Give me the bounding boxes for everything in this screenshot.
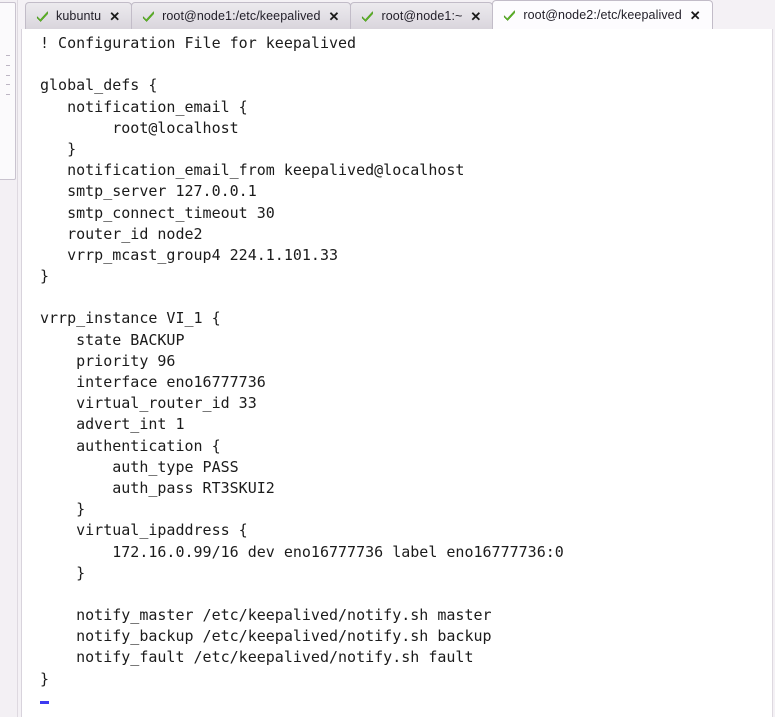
- tab-1[interactable]: kubuntu ✕: [25, 2, 133, 29]
- terminal-line: }: [40, 563, 86, 582]
- terminal-cursor-line: [40, 690, 775, 711]
- terminal-line: root@localhost: [40, 118, 239, 137]
- check-icon: [36, 10, 49, 23]
- tab-bar: kubuntu ✕ root@node1:/etc/keepalived ✕ root@…: [18, 0, 775, 29]
- terminal-text: ! Configuration File for keepalived globa…: [22, 33, 775, 711]
- text-cursor: [40, 700, 49, 704]
- terminal-line: notify_backup /etc/keepalived/notify.sh …: [40, 627, 492, 646]
- tab-label: root@node1:~: [381, 9, 463, 23]
- close-icon[interactable]: ✕: [329, 10, 340, 23]
- check-icon: [503, 9, 516, 22]
- tab-2[interactable]: root@node1:/etc/keepalived ✕: [131, 2, 352, 29]
- terminal-line: auth_type PASS: [40, 457, 239, 476]
- tab-4[interactable]: root@node2:/etc/keepalived ✕: [492, 0, 713, 29]
- drag-handle-icon[interactable]: [6, 55, 10, 95]
- terminal-line: virtual_ipaddress {: [40, 521, 248, 540]
- terminal-line: notification_email {: [40, 97, 248, 116]
- terminal-line: global_defs {: [40, 76, 158, 95]
- terminal-line: virtual_router_id 33: [40, 394, 257, 413]
- terminal-line: interface eno16777736: [40, 373, 266, 391]
- main-column: kubuntu ✕ root@node1:/etc/keepalived ✕ root@…: [18, 0, 775, 717]
- terminal-line: authentication {: [40, 436, 221, 455]
- terminal-line: notify_fault /etc/keepalived/notify.sh f…: [40, 648, 474, 667]
- terminal-line: advert_int 1: [40, 415, 185, 434]
- collapsed-side-panel[interactable]: [0, 2, 16, 180]
- terminal-line: 172.16.0.99/16 dev eno16777736 label eno…: [40, 542, 564, 561]
- close-icon[interactable]: ✕: [109, 10, 120, 23]
- close-icon[interactable]: ✕: [470, 10, 481, 23]
- terminal-line: notification_email_from keepalived@local…: [40, 161, 465, 180]
- terminal-line: vrrp_instance VI_1 {: [40, 309, 221, 328]
- terminal-line: }: [40, 669, 50, 688]
- terminal-line: }: [40, 267, 50, 286]
- terminal-line: smtp_server 127.0.0.1: [40, 182, 257, 201]
- tab-label: root@node2:/etc/keepalived: [523, 8, 682, 22]
- close-icon[interactable]: ✕: [690, 9, 701, 22]
- terminal-line: vrrp_mcast_group4 224.1.101.33: [40, 245, 339, 264]
- terminal-window: kubuntu ✕ root@node1:/etc/keepalived ✕ root@…: [0, 0, 775, 717]
- terminal-line: }: [40, 500, 86, 519]
- terminal-line: auth_pass RT3SKUI2: [40, 478, 275, 497]
- terminal-screen[interactable]: ! Configuration File for keepalived globa…: [22, 29, 775, 717]
- tab-label: kubuntu: [56, 9, 102, 23]
- terminal-line: smtp_connect_timeout 30: [40, 203, 275, 222]
- side-panel-strip[interactable]: [0, 0, 18, 717]
- terminal-line: }: [40, 139, 77, 158]
- check-icon: [361, 10, 374, 23]
- terminal-line: state BACKUP: [40, 330, 185, 349]
- terminal-line: ! Configuration File for keepalived: [40, 34, 357, 52]
- terminal-area: ! Configuration File for keepalived globa…: [18, 29, 775, 717]
- tab-label: root@node1:/etc/keepalived: [162, 9, 321, 23]
- terminal-line: router_id node2: [40, 224, 203, 243]
- check-icon: [142, 10, 155, 23]
- terminal-line: notify_master /etc/keepalived/notify.sh …: [40, 606, 492, 625]
- tab-3[interactable]: root@node1:~ ✕: [350, 2, 494, 29]
- terminal-line: priority 96: [40, 351, 176, 370]
